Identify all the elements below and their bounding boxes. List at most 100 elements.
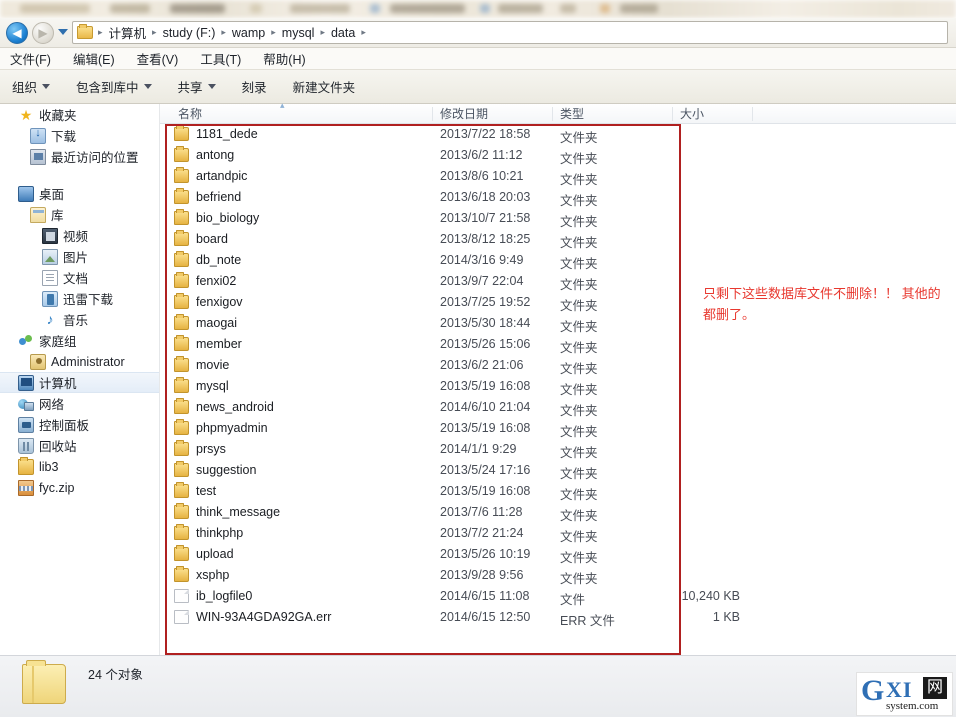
breadcrumb-separator-2[interactable]: ▸: [218, 27, 229, 38]
breadcrumb-separator-0[interactable]: ▸: [95, 27, 106, 38]
table-row[interactable]: db_note 2014/3/16 9:49 文件夹: [160, 250, 956, 271]
file-date: 2014/6/15 11:08: [440, 589, 530, 603]
file-type: 文件夹: [560, 572, 598, 586]
table-row[interactable]: news_android 2014/6/10 21:04 文件夹: [160, 397, 956, 418]
forward-button[interactable]: ▶: [32, 22, 54, 44]
breadcrumb[interactable]: ▸ 计算机 ▸ study (F:) ▸ wamp ▸ mysql ▸ data…: [72, 21, 948, 44]
toolbar-new-folder[interactable]: 新建文件夹: [293, 77, 356, 96]
table-row[interactable]: phpmyadmin 2013/5/19 16:08 文件夹: [160, 418, 956, 439]
table-row[interactable]: bio_biology 2013/10/7 21:58 文件夹: [160, 208, 956, 229]
file-type: 文件夹: [560, 152, 598, 166]
table-row[interactable]: befriend 2013/6/18 20:03 文件夹: [160, 187, 956, 208]
file-name: member: [196, 337, 242, 351]
sidebar-item-桌面[interactable]: 桌面: [0, 183, 160, 204]
breadcrumb-item-3[interactable]: mysql: [279, 26, 318, 40]
sidebar-item-Administrator[interactable]: Administrator: [0, 351, 160, 372]
column-header-name[interactable]: 名称: [178, 105, 202, 122]
sidebar-item-迅雷下载[interactable]: 迅雷下载: [0, 288, 160, 309]
table-row[interactable]: WIN-93A4GDA92GA.err 2014/6/15 12:50 ERR 文件…: [160, 607, 956, 628]
sidebar-item-fyc.zip[interactable]: fyc.zip: [0, 477, 160, 498]
folder-icon: [174, 503, 189, 519]
table-row[interactable]: artandpic 2013/8/6 10:21 文件夹: [160, 166, 956, 187]
sidebar-item-lib3[interactable]: lib3: [0, 456, 160, 477]
folder-icon: [174, 146, 189, 162]
breadcrumb-item-1[interactable]: study (F:): [160, 26, 219, 40]
toolbar-include-in-library[interactable]: 包含到库中: [76, 77, 152, 96]
sidebar-item-最近访问的位置[interactable]: 最近访问的位置: [0, 146, 160, 167]
breadcrumb-separator-4[interactable]: ▸: [317, 27, 328, 38]
navigation-pane[interactable]: ★ 收藏夹下载最近访问的位置桌面库视频图片文档迅雷下载 ♪ 音乐家庭组 Administ…: [0, 104, 160, 655]
star-icon: ★: [19, 106, 33, 123]
menu-item-tools[interactable]: 工具(T): [200, 49, 241, 68]
table-row[interactable]: test 2013/5/19 16:08 文件夹: [160, 481, 956, 502]
watermark-letter-g: G: [861, 674, 885, 707]
file-type: 文件夹: [560, 320, 598, 334]
recent-locations-dropdown-icon[interactable]: [58, 29, 68, 35]
breadcrumb-separator-3[interactable]: ▸: [268, 27, 279, 38]
menu-item-edit[interactable]: 编辑(E): [73, 49, 115, 68]
toolbar-share[interactable]: 共享: [178, 77, 216, 96]
folder-icon: [174, 125, 189, 141]
sidebar-item-控制面板[interactable]: 控制面板: [0, 414, 160, 435]
breadcrumb-separator-1[interactable]: ▸: [149, 27, 160, 38]
sidebar-item-回收站[interactable]: 回收站: [0, 435, 160, 456]
file-name: upload: [196, 547, 234, 561]
file-date: 2013/9/28 9:56: [440, 568, 524, 582]
file-name: ib_logfile0: [196, 589, 253, 603]
breadcrumb-separator-5[interactable]: ▸: [358, 27, 369, 38]
table-row[interactable]: 1181_dede 2013/7/22 18:58 文件夹: [160, 124, 956, 145]
column-header-size[interactable]: 大小: [680, 105, 704, 122]
sidebar-item-网络[interactable]: 网络: [0, 393, 160, 414]
network-icon: [18, 396, 34, 412]
user-icon: [30, 353, 46, 370]
column-divider-2[interactable]: [552, 107, 553, 121]
file-icon: [174, 589, 189, 603]
sidebar-item-图片[interactable]: 图片: [0, 246, 160, 267]
file-name: 1181_dede: [196, 127, 258, 141]
table-row[interactable]: upload 2013/5/26 10:19 文件夹: [160, 544, 956, 565]
column-header-type[interactable]: 类型: [560, 105, 584, 122]
sidebar-item-文档[interactable]: 文档: [0, 267, 160, 288]
toolbar-organize[interactable]: 组织: [12, 77, 51, 96]
file-rows-container[interactable]: 1181_dede 2013/7/22 18:58 文件夹 antong 2013/6/…: [160, 124, 956, 628]
table-row[interactable]: member 2013/5/26 15:06 文件夹: [160, 334, 956, 355]
menu-item-file[interactable]: 文件(F): [10, 49, 51, 68]
menu-item-help[interactable]: 帮助(H): [263, 49, 305, 68]
table-row[interactable]: xsphp 2013/9/28 9:56 文件夹: [160, 565, 956, 586]
breadcrumb-item-4[interactable]: data: [328, 26, 358, 40]
sidebar-item-收藏夹[interactable]: ★ 收藏夹: [0, 104, 160, 125]
breadcrumb-item-0[interactable]: 计算机: [106, 23, 150, 42]
column-header-date[interactable]: 修改日期: [440, 105, 488, 122]
file-type: 文件夹: [560, 362, 598, 376]
table-row[interactable]: suggestion 2013/5/24 17:16 文件夹: [160, 460, 956, 481]
sidebar-item-下载[interactable]: 下载: [0, 125, 160, 146]
table-row[interactable]: prsys 2014/1/1 9:29 文件夹: [160, 439, 956, 460]
file-size: 10,240 KB: [681, 589, 740, 603]
breadcrumb-folder-icon: [77, 24, 93, 39]
toolbar-burn[interactable]: 刻录: [242, 77, 267, 96]
watermark-domain: system.com: [886, 700, 939, 712]
breadcrumb-item-2[interactable]: wamp: [229, 26, 268, 40]
file-list-pane[interactable]: 名称 ▴ 修改日期 类型 大小 1181_dede 2013/7/22 18:58…: [160, 100, 956, 655]
sidebar-item-计算机[interactable]: 计算机: [0, 372, 160, 393]
table-row[interactable]: mysql 2013/5/19 16:08 文件夹: [160, 376, 956, 397]
menu-item-view[interactable]: 查看(V): [137, 49, 179, 68]
file-type: 文件夹: [560, 131, 598, 145]
file-type: 文件夹: [560, 383, 598, 397]
sidebar-item-库[interactable]: 库: [0, 204, 160, 225]
column-divider-3[interactable]: [672, 107, 673, 121]
table-row[interactable]: ib_logfile0 2014/6/15 11:08 文件 10,240 KB: [160, 586, 956, 607]
back-button[interactable]: ◀: [6, 22, 28, 44]
table-row[interactable]: board 2013/8/12 18:25 文件夹: [160, 229, 956, 250]
sidebar-item-音乐[interactable]: ♪ 音乐: [0, 309, 160, 330]
table-row[interactable]: movie 2013/6/2 21:06 文件夹: [160, 355, 956, 376]
sidebar-item-视频[interactable]: 视频: [0, 225, 160, 246]
table-row[interactable]: antong 2013/6/2 11:12 文件夹: [160, 145, 956, 166]
table-row[interactable]: think_message 2013/7/6 11:28 文件夹: [160, 502, 956, 523]
watermark-char-net: 网: [923, 677, 947, 699]
music-icon: ♪: [46, 310, 54, 327]
table-row[interactable]: thinkphp 2013/7/2 21:24 文件夹: [160, 523, 956, 544]
column-divider-4[interactable]: [752, 107, 753, 121]
sidebar-item-家庭组[interactable]: 家庭组: [0, 330, 160, 351]
column-divider-1[interactable]: [432, 107, 433, 121]
